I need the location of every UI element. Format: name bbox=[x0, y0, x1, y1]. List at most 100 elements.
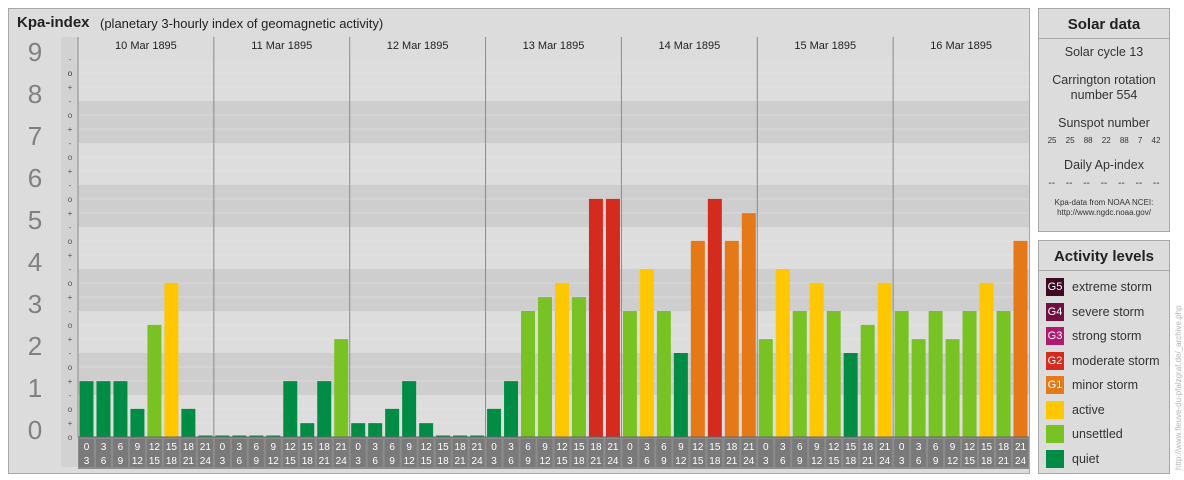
kp-bar bbox=[690, 240, 705, 437]
day-label: 10 Mar 1895 bbox=[115, 40, 177, 52]
kp-bar bbox=[147, 324, 162, 437]
sunspot-value: 25 bbox=[1065, 136, 1075, 145]
kp-bar bbox=[521, 311, 536, 437]
x-interval-start: 15 bbox=[709, 442, 721, 453]
x-interval-end: 9 bbox=[661, 456, 667, 467]
legend-swatch: G3 bbox=[1046, 327, 1064, 346]
kp-bar bbox=[419, 423, 434, 437]
kp-bar bbox=[639, 269, 654, 437]
data-source-label: Kpa-data from NOAA NCEI: bbox=[1054, 198, 1154, 207]
x-interval-end: 6 bbox=[508, 456, 514, 467]
kp-bar bbox=[487, 408, 502, 437]
x-interval-start: 9 bbox=[406, 442, 412, 453]
sunspot-value: 7 bbox=[1137, 136, 1143, 145]
sunspot-value: 22 bbox=[1101, 136, 1111, 145]
y-tick-label: 2 bbox=[28, 331, 42, 361]
kp-bar bbox=[588, 198, 603, 437]
legend-label: severe storm bbox=[1072, 304, 1145, 319]
x-interval-end: 24 bbox=[743, 456, 755, 467]
x-interval-start: 18 bbox=[183, 442, 195, 453]
y-subtick-label: + bbox=[68, 251, 73, 260]
ap-value: -- bbox=[1152, 178, 1160, 189]
kp-bar bbox=[979, 282, 994, 437]
kp-bar bbox=[96, 381, 111, 437]
x-interval-start: 21 bbox=[472, 442, 484, 453]
x-interval-start: 12 bbox=[556, 442, 568, 453]
x-interval-start: 21 bbox=[607, 442, 619, 453]
x-interval-end: 21 bbox=[590, 456, 602, 467]
kp-bar bbox=[894, 311, 909, 437]
ap-value: -- bbox=[1118, 178, 1125, 189]
kp-bar bbox=[504, 381, 519, 437]
legend-item: G3 strong storm bbox=[1039, 324, 1169, 349]
x-interval-end: 18 bbox=[573, 456, 585, 467]
x-interval-end: 9 bbox=[389, 456, 395, 467]
kp-bar bbox=[809, 282, 824, 437]
x-interval-end: 15 bbox=[692, 456, 704, 467]
kp-bar bbox=[673, 353, 688, 437]
x-interval-end: 15 bbox=[421, 456, 433, 467]
band bbox=[78, 185, 1029, 227]
x-interval-end: 12 bbox=[268, 456, 280, 467]
y-subtick-label: + bbox=[68, 125, 73, 134]
band bbox=[78, 143, 1029, 185]
kp-bar bbox=[826, 311, 841, 437]
x-interval-end: 24 bbox=[200, 456, 212, 467]
y-subtick-label: + bbox=[68, 419, 73, 428]
kp-bar bbox=[130, 408, 145, 437]
x-interval-start: 15 bbox=[166, 442, 178, 453]
x-interval-start: 6 bbox=[661, 442, 667, 453]
x-interval-end: 3 bbox=[763, 456, 769, 467]
x-interval-end: 15 bbox=[149, 456, 161, 467]
x-interval-start: 21 bbox=[200, 442, 212, 453]
x-interval-end: 21 bbox=[183, 456, 195, 467]
x-interval-start: 3 bbox=[101, 442, 107, 453]
day-label: 11 Mar 1895 bbox=[251, 40, 312, 52]
legend-label: active bbox=[1072, 402, 1105, 417]
ap-value: -- bbox=[1100, 178, 1108, 189]
y-tick-label: 5 bbox=[28, 205, 42, 235]
x-interval-end: 3 bbox=[355, 456, 361, 467]
x-interval-start: 9 bbox=[135, 442, 141, 453]
x-interval-end: 21 bbox=[726, 456, 738, 467]
kp-bar bbox=[996, 311, 1011, 437]
y-subtick-label: - bbox=[69, 307, 72, 316]
kp-bar bbox=[860, 324, 875, 437]
kp-bar bbox=[605, 198, 620, 437]
y-subtick-label: o bbox=[68, 153, 73, 162]
kp-bar bbox=[928, 311, 943, 437]
x-interval-end: 18 bbox=[709, 456, 721, 467]
kp-bar bbox=[877, 282, 892, 437]
legend-swatch bbox=[1046, 449, 1064, 468]
legend-item: G4 severe storm bbox=[1039, 300, 1169, 325]
x-interval-start: 6 bbox=[797, 442, 803, 453]
kp-bar bbox=[962, 311, 977, 437]
x-interval-end: 21 bbox=[319, 456, 331, 467]
x-interval-end: 21 bbox=[862, 456, 874, 467]
watermark: http://www.fleuve-du-pfalzgraf.de/_archi… bbox=[1174, 305, 1183, 470]
activity-legend: G5 extreme storm G4 severe storm G3 strong st… bbox=[1039, 271, 1169, 471]
x-interval-end: 6 bbox=[916, 456, 922, 467]
y-tick-label: 0 bbox=[28, 415, 42, 445]
y-subtick-label: o bbox=[68, 405, 73, 414]
kp-bar bbox=[758, 339, 773, 437]
x-interval-end: 12 bbox=[132, 456, 144, 467]
y-subtick-label: - bbox=[69, 139, 72, 148]
legend-label: strong storm bbox=[1072, 329, 1142, 344]
x-interval-start: 3 bbox=[508, 442, 514, 453]
kp-bar bbox=[911, 339, 926, 437]
ap-index-heading: Daily Ap-index bbox=[1064, 158, 1144, 172]
x-interval-end: 12 bbox=[947, 456, 959, 467]
x-interval-end: 12 bbox=[811, 456, 823, 467]
y-subtick-label: + bbox=[68, 209, 73, 218]
x-interval-end: 12 bbox=[539, 456, 551, 467]
legend-swatch: G5 bbox=[1046, 278, 1064, 297]
x-interval-start: 3 bbox=[372, 442, 378, 453]
sunspot-value: 88 bbox=[1119, 136, 1129, 145]
x-interval-start: 6 bbox=[525, 442, 531, 453]
x-interval-end: 9 bbox=[797, 456, 803, 467]
x-interval-start: 3 bbox=[780, 442, 786, 453]
x-interval-end: 3 bbox=[220, 456, 226, 467]
solar-data-heading: Solar data bbox=[1039, 9, 1169, 39]
y-subtick-label: + bbox=[68, 83, 73, 92]
